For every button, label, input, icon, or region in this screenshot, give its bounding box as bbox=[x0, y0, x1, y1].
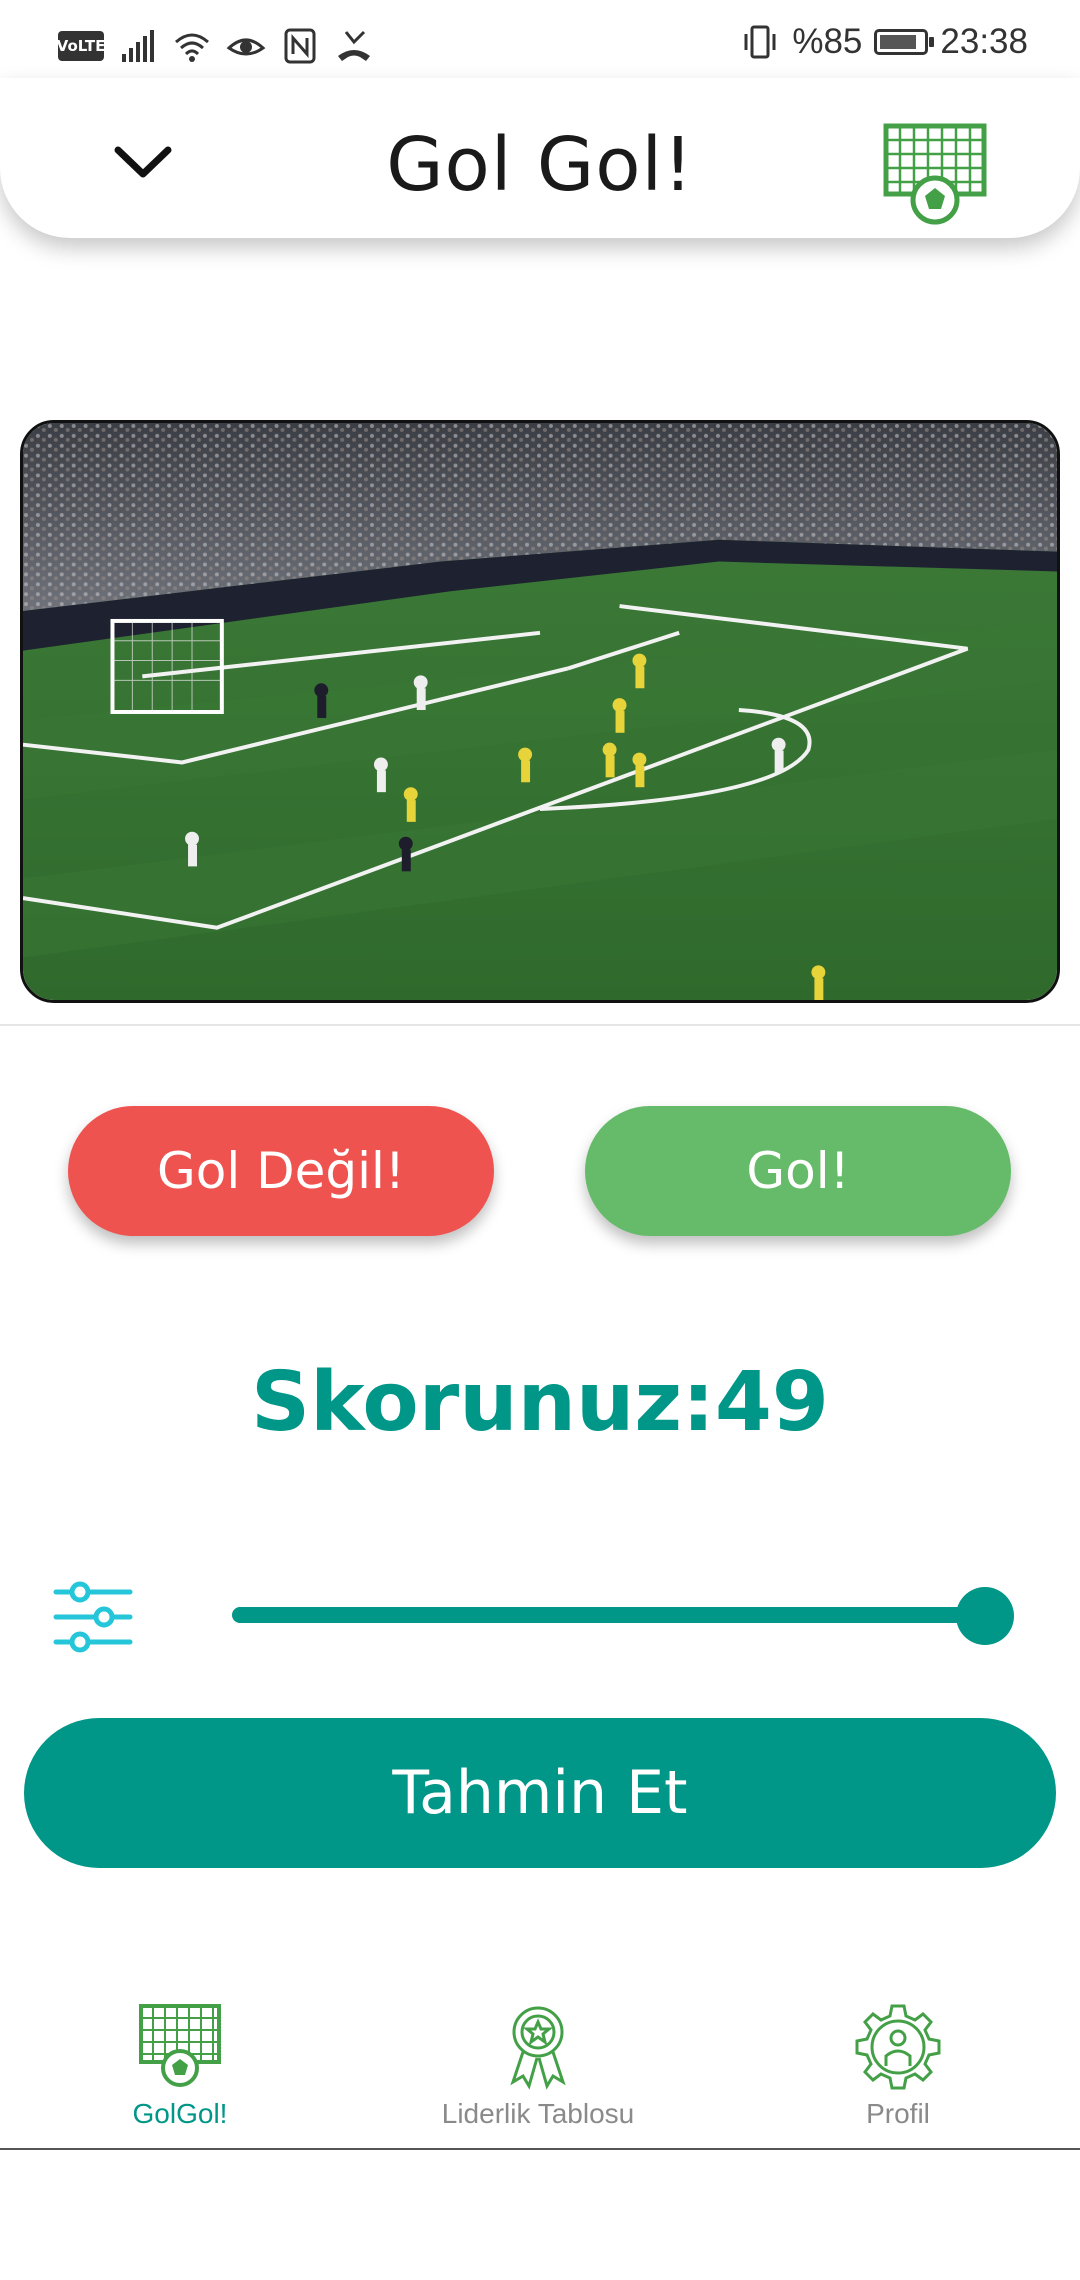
nav-item-leaderboard[interactable]: Liderlik Tablosu bbox=[388, 2000, 688, 2130]
goal-button[interactable]: Gol! bbox=[585, 1106, 1011, 1236]
battery-fill bbox=[880, 35, 917, 49]
nav-item-profile[interactable]: Profil bbox=[748, 2000, 1048, 2130]
slider-track[interactable] bbox=[232, 1607, 986, 1623]
app-header: Gol Gol! bbox=[0, 78, 1080, 238]
nav-divider bbox=[0, 2148, 1080, 2150]
nav-item-golgol[interactable]: GolGol! bbox=[30, 2000, 330, 2130]
missed-call-icon bbox=[338, 30, 370, 61]
bottom-navigation: GolGol! Liderlik Tablosu Profil bbox=[0, 2000, 1080, 2148]
score-text: Skorunuz:49 bbox=[251, 1355, 829, 1450]
status-left-icons: VoLTE bbox=[57, 26, 374, 66]
slider-thumb[interactable] bbox=[956, 1587, 1014, 1645]
eye-icon bbox=[226, 38, 266, 56]
nfc-icon bbox=[284, 28, 316, 64]
battery-percent: %85 bbox=[792, 22, 863, 61]
profile-gear-icon bbox=[855, 2004, 941, 2090]
match-video[interactable] bbox=[20, 420, 1060, 1003]
nav-label-golgol: GolGol! bbox=[132, 2098, 228, 2129]
confidence-slider[interactable] bbox=[232, 1587, 1014, 1645]
football-pitch-video bbox=[23, 423, 1057, 1000]
volte-badge: VoLTE bbox=[57, 31, 105, 61]
not-goal-button[interactable]: Gol Değil! bbox=[68, 1106, 494, 1236]
sliders-icon bbox=[53, 1581, 133, 1653]
nav-label-leaderboard: Liderlik Tablosu bbox=[441, 2098, 635, 2129]
award-ribbon-icon bbox=[510, 2006, 566, 2090]
predict-button[interactable]: Tahmin Et bbox=[24, 1718, 1056, 1868]
vibrate-icon bbox=[744, 25, 776, 59]
divider bbox=[0, 1024, 1080, 1026]
wifi-icon bbox=[175, 33, 209, 62]
status-right-icons: %85 23:38 bbox=[740, 22, 1028, 62]
clock: 23:38 bbox=[940, 22, 1028, 61]
goal-net-icon bbox=[883, 123, 987, 225]
battery-icon bbox=[874, 29, 935, 55]
goal-net-icon bbox=[139, 2004, 221, 2087]
signal-icon bbox=[122, 30, 154, 62]
nav-label-profile: Profil bbox=[866, 2098, 930, 2129]
